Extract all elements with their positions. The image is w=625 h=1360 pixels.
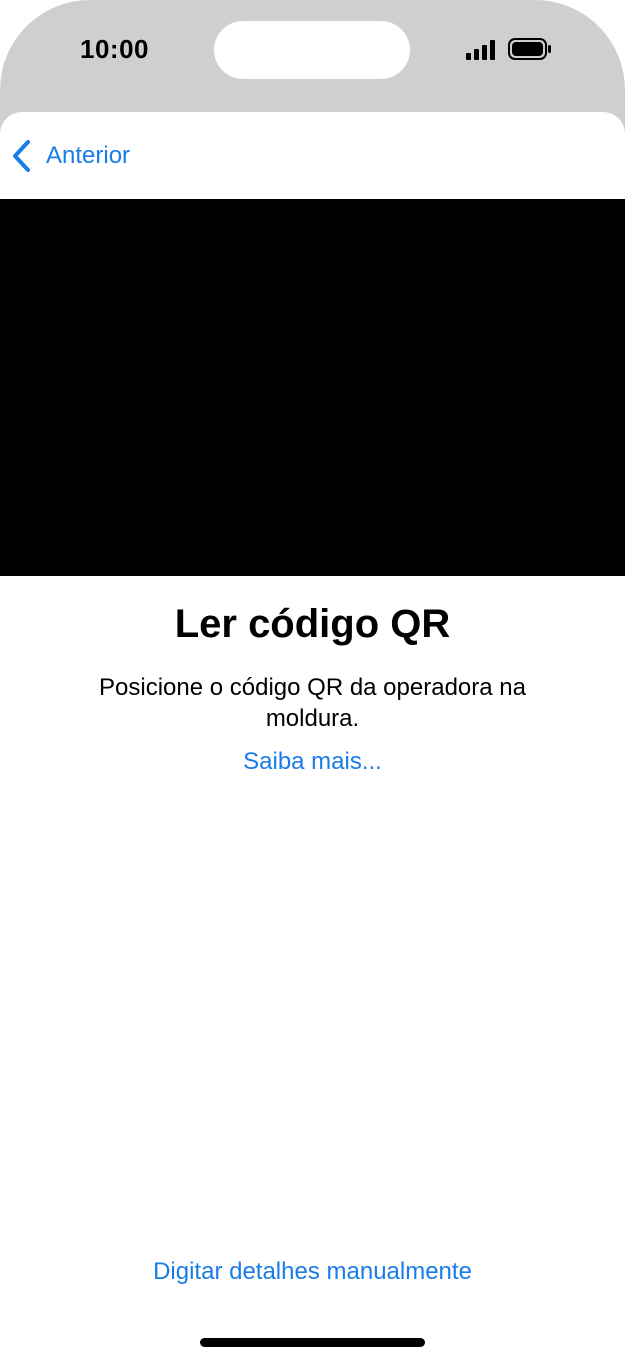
navigation-bar: Anterior	[0, 112, 625, 199]
back-button[interactable]: Anterior	[10, 136, 130, 176]
learn-more-link[interactable]: Saiba mais...	[0, 748, 625, 776]
qr-scanner-sheet: Anterior Ler código QR Posicione o códig…	[0, 112, 625, 1360]
home-indicator[interactable]	[200, 1338, 425, 1347]
instructions-text: Posicione o código QR da operadora na mo…	[99, 674, 526, 732]
status-bar: 10:00	[0, 0, 625, 100]
cellular-signal-icon	[466, 40, 495, 60]
status-time: 10:00	[80, 34, 149, 64]
enter-details-manually-button[interactable]: Digitar detalhes manualmente	[0, 1258, 625, 1286]
dynamic-island	[214, 21, 410, 79]
page-title: Ler código QR	[174, 602, 451, 646]
back-button-label: Anterior	[46, 142, 131, 169]
chevron-left-icon	[13, 140, 30, 172]
camera-viewfinder	[0, 199, 625, 576]
phone-screen: 10:00 Anterior Ler código QR Posicione o…	[0, 0, 625, 1360]
battery-icon	[508, 38, 551, 60]
